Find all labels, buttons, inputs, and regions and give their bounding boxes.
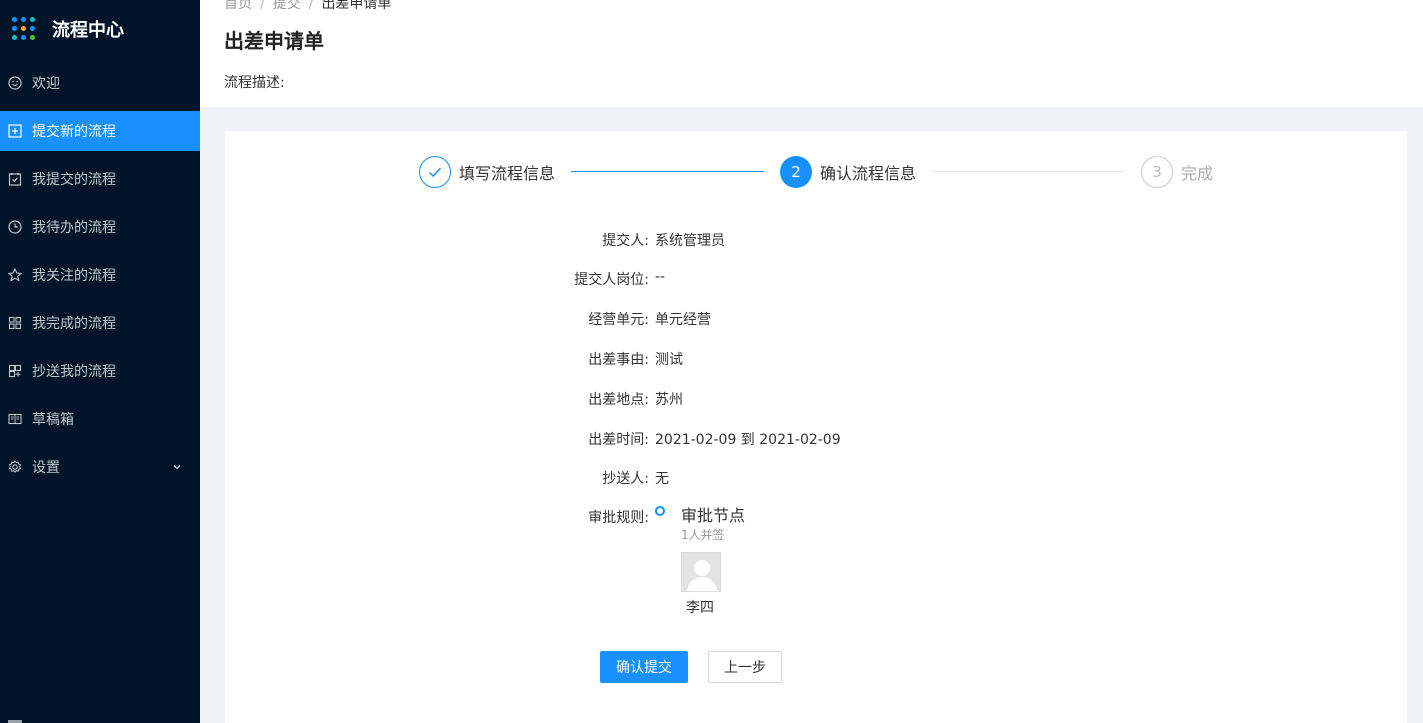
field-value: 系统管理员 <box>655 233 725 249</box>
approval-node-type: 1人并签 <box>681 528 725 542</box>
check-icon <box>419 156 451 188</box>
logo[interactable]: 流程中心 <box>0 0 200 58</box>
sidebar-item-my-todo[interactable]: 我待办的流程 <box>0 207 200 247</box>
field-label: 出差地点: <box>588 392 649 408</box>
step-connector <box>932 171 1125 172</box>
sidebar-item-welcome[interactable]: 欢迎 <box>0 63 200 103</box>
step-complete: 3 完成 <box>1141 155 1213 189</box>
avatar <box>681 552 721 592</box>
field-value: 无 <box>655 471 669 487</box>
field-value: 测试 <box>655 352 683 368</box>
sidebar-item-label: 提交新的流程 <box>32 124 116 140</box>
check-square-icon <box>8 172 22 186</box>
step-number: 3 <box>1141 156 1173 188</box>
sidebar-item-my-submitted[interactable]: 我提交的流程 <box>0 159 200 199</box>
field-label: 抄送人: <box>602 471 649 487</box>
breadcrumb-current: 出差申请单 <box>321 0 392 12</box>
sidebar-item-cc-me[interactable]: 抄送我的流程 <box>0 351 200 391</box>
info-row-reason: 出差事由: 测试 <box>225 349 683 369</box>
sidebar-item-label: 我完成的流程 <box>32 316 116 332</box>
step-fill-info: 填写流程信息 <box>419 155 555 189</box>
sidebar-item-my-completed[interactable]: 我完成的流程 <box>0 303 200 343</box>
sidebar-item-label: 欢迎 <box>32 76 60 92</box>
sidebar-item-label: 我关注的流程 <box>32 268 116 284</box>
sidebar-menu: 欢迎 提交新的流程 我提交的流程 我待办的流程 我关注的流程 我完成的流程 抄送… <box>0 63 200 487</box>
field-value: -- <box>655 269 666 285</box>
breadcrumb: 首页 / 提交 / 出差申请单 <box>224 0 391 13</box>
sidebar-item-label: 设置 <box>32 460 60 476</box>
step-connector <box>571 171 764 172</box>
smile-icon <box>8 76 22 90</box>
field-label: 出差时间: <box>588 432 649 448</box>
page-title: 出差申请单 <box>224 29 324 53</box>
page-header: 首页 / 提交 / 出差申请单 出差申请单 流程描述: <box>200 0 1423 107</box>
field-value: 2021-02-09 到 2021-02-09 <box>655 432 841 448</box>
book-icon <box>8 412 22 426</box>
approver-name: 李四 <box>686 600 714 616</box>
confirm-submit-button[interactable]: 确认提交 <box>600 651 688 683</box>
previous-step-button[interactable]: 上一步 <box>708 651 782 683</box>
sidebar-item-drafts[interactable]: 草稿箱 <box>0 399 200 439</box>
approval-node-title: 审批节点 <box>681 506 746 525</box>
info-row-cc: 抄送人: 无 <box>225 468 669 488</box>
field-label: 出差事由: <box>588 352 649 368</box>
field-label: 经营单元: <box>588 312 649 328</box>
steps: 填写流程信息 2 确认流程信息 3 完成 <box>418 155 1218 189</box>
info-row-submitter: 提交人: 系统管理员 <box>225 230 725 250</box>
sidebar-item-label: 抄送我的流程 <box>32 364 116 380</box>
sidebar-item-my-followed[interactable]: 我关注的流程 <box>0 255 200 295</box>
info-row-time: 出差时间: 2021-02-09 到 2021-02-09 <box>225 429 841 449</box>
field-label: 提交人: <box>602 233 649 249</box>
info-row-place: 出差地点: 苏州 <box>225 389 683 409</box>
clock-icon <box>8 220 22 234</box>
field-label: 提交人岗位: <box>574 272 649 288</box>
breadcrumb-submit[interactable]: 提交 <box>273 0 301 12</box>
info-row-position: 提交人岗位: -- <box>225 269 665 289</box>
gear-icon <box>8 460 22 474</box>
step-title: 确认流程信息 <box>820 164 917 183</box>
breadcrumb-home[interactable]: 首页 <box>224 0 252 12</box>
sidebar-item-label: 我待办的流程 <box>32 220 116 236</box>
star-icon <box>8 268 22 282</box>
step-title: 填写流程信息 <box>459 164 556 183</box>
copy-icon <box>8 364 22 378</box>
step-title: 完成 <box>1181 164 1214 183</box>
info-row-unit: 经营单元: 单元经营 <box>225 309 711 329</box>
sidebar-item-submit-new[interactable]: 提交新的流程 <box>0 111 200 151</box>
step-confirm-info: 2 确认流程信息 <box>780 155 916 189</box>
field-label: 审批规则: <box>588 510 649 526</box>
field-value: 单元经营 <box>655 312 711 328</box>
sidebar: 流程中心 欢迎 提交新的流程 我提交的流程 我待办的流程 我关注的流程 我完成的… <box>0 0 200 723</box>
chevron-down-icon <box>172 460 182 476</box>
timeline-dot-icon <box>655 506 665 516</box>
plus-square-icon <box>8 124 22 138</box>
app-title: 流程中心 <box>52 20 124 41</box>
page-description: 流程描述: <box>224 75 285 91</box>
sidebar-item-label: 草稿箱 <box>32 412 74 428</box>
sidebar-item-settings[interactable]: 设置 <box>0 447 200 487</box>
step-number: 2 <box>780 156 812 188</box>
sidebar-item-label: 我提交的流程 <box>32 172 116 188</box>
apps-grid-icon <box>12 17 36 41</box>
info-row-rule: 审批规则: <box>225 507 649 527</box>
appstore-icon <box>8 316 22 330</box>
field-value: 苏州 <box>655 392 683 408</box>
content-card: 填写流程信息 2 确认流程信息 3 完成 提交人: 系统管理员 提交人岗位: -… <box>225 131 1407 723</box>
